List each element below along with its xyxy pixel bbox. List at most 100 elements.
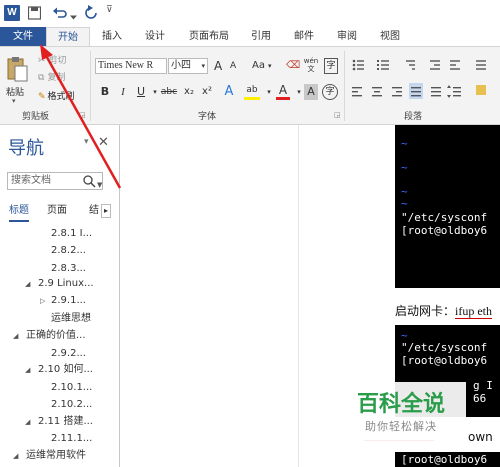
font-size-value: 小四	[171, 60, 191, 71]
watermark-subtitle: 助你轻松解决	[365, 420, 437, 433]
nav-tab-headings[interactable]: 标题	[9, 200, 29, 222]
ribbon: 粘贴 ▾ ✂ 剪切 ⧉ 复制 ✎ 格式刷 剪贴板 ◲ Times New R 小四 ▾ …	[0, 46, 500, 125]
clear-format-icon[interactable]: ⌫	[286, 58, 300, 74]
copy-button[interactable]: ⧉ 复制	[38, 70, 65, 83]
change-case-dropdown-icon[interactable]: ▾	[268, 58, 272, 74]
collapse-triangle-icon[interactable]: ◢	[25, 418, 30, 426]
format-painter-label: 格式刷	[47, 92, 75, 102]
tree-item[interactable]: 2.11.1...	[51, 430, 92, 448]
save-icon[interactable]	[28, 5, 41, 21]
customize-qat-icon[interactable]: ⊽	[106, 5, 114, 21]
scissors-icon: ✂	[38, 56, 46, 66]
tab-home[interactable]: 开始	[46, 27, 90, 46]
change-case-button[interactable]: Aa	[252, 58, 265, 74]
nav-tab-results[interactable]: 结	[89, 200, 99, 222]
navigation-pane: 导航 ▾ ✕ 搜索文档 ▼ 标题 页面 结 ▸ 2.8.1 I... 2.8.2…	[0, 125, 120, 467]
ribbon-tabs: 文件 开始 插入 设计 页面布局 引用 邮件 审阅 视图	[0, 27, 500, 46]
terminal-line: 66	[473, 392, 487, 405]
paste-dropdown-icon[interactable]: ▾	[12, 97, 16, 105]
redo-icon[interactable]	[84, 5, 98, 21]
nav-search-input[interactable]: 搜索文档 ▼	[7, 172, 103, 190]
nav-options-icon[interactable]: ▾	[84, 137, 89, 147]
tab-view[interactable]: 视图	[378, 27, 402, 46]
format-painter-button[interactable]: ✎ 格式刷	[38, 89, 75, 102]
tree-item[interactable]: 2.10.2...	[51, 396, 92, 414]
paragraph-controls	[352, 59, 486, 99]
subscript-button[interactable]: x₂	[182, 84, 196, 100]
tree-item[interactable]: 2.8.2...	[51, 242, 86, 260]
terminal-screenshot: ~ ~ ~ ~ "/etc/sysconf [root@oldboy6	[395, 125, 500, 288]
paragraph-group-label: 段落	[404, 112, 423, 122]
font-group-label: 字体	[198, 112, 217, 122]
italic-button[interactable]: I	[116, 84, 130, 100]
clipboard-launcher-icon[interactable]: ◲	[79, 111, 86, 119]
nav-tabs: 标题 页面 结 ▸	[0, 200, 120, 222]
search-icon[interactable]	[82, 174, 96, 188]
tab-references[interactable]: 引用	[249, 27, 273, 46]
expand-triangle-icon[interactable]: ▷	[40, 297, 45, 305]
caption-command: ifup eth	[455, 304, 493, 319]
tab-design[interactable]: 设计	[143, 27, 167, 46]
tab-insert[interactable]: 插入	[100, 27, 124, 46]
tab-review[interactable]: 审阅	[335, 27, 359, 46]
tree-item[interactable]: 2.8.1 I...	[51, 225, 92, 243]
tree-item[interactable]: 2.11 搭建...	[38, 413, 93, 431]
font-color-button[interactable]: A	[276, 84, 290, 100]
cut-label: 剪切	[48, 56, 67, 66]
highlight-dropdown-icon[interactable]: ▾	[262, 84, 276, 100]
brush-icon: ✎	[38, 92, 46, 102]
collapse-triangle-icon[interactable]: ◢	[13, 332, 18, 340]
title-bar: W ⊽	[0, 0, 500, 27]
undo-dropdown-icon[interactable]	[70, 10, 77, 26]
tab-file[interactable]: 文件	[0, 27, 46, 46]
nav-tabs-scroll-button[interactable]: ▸	[101, 204, 111, 218]
collapse-triangle-icon[interactable]: ◢	[25, 366, 30, 374]
undo-icon[interactable]	[52, 5, 68, 21]
tree-item[interactable]: 2.10 如何...	[38, 361, 93, 379]
terminal-tilde: ~	[401, 161, 408, 174]
nav-tab-pages[interactable]: 页面	[47, 200, 67, 222]
tree-item[interactable]: 运维常用软件	[26, 447, 86, 465]
collapse-triangle-icon[interactable]: ◢	[13, 452, 18, 460]
copy-label: 复制	[47, 73, 66, 83]
bold-button[interactable]: B	[98, 84, 112, 100]
font-launcher-icon[interactable]: ◲	[334, 111, 341, 119]
font-size-select[interactable]: 小四 ▾	[168, 58, 208, 74]
watermark-title: 百科全说	[356, 392, 445, 417]
tab-mailings[interactable]: 邮件	[292, 27, 316, 46]
nav-title: 导航	[8, 138, 44, 159]
char-border-button[interactable]: 字	[324, 58, 338, 74]
tree-item[interactable]: 2.9.1...	[51, 292, 86, 310]
terminal-line: [root@oldboy6	[401, 453, 488, 466]
grow-font-button[interactable]: A	[214, 58, 222, 74]
doc-fragment: own	[468, 430, 493, 444]
tab-page-layout[interactable]: 页面布局	[187, 27, 231, 46]
nav-search-placeholder: 搜索文档	[11, 175, 51, 186]
watermark-logo: 百科全说 助你轻松解决	[336, 382, 466, 444]
tree-item[interactable]: 运维思想	[51, 310, 91, 328]
collapse-triangle-icon[interactable]: ◢	[25, 280, 30, 288]
char-shading-button[interactable]: A	[304, 84, 318, 100]
word-app-icon: W	[4, 5, 20, 21]
terminal-line: [root@oldboy6	[401, 354, 488, 367]
underline-button[interactable]: U	[134, 84, 148, 100]
tree-item[interactable]: 2.9 Linux...	[38, 275, 94, 293]
highlight-button[interactable]: ab	[244, 84, 260, 100]
copy-icon: ⧉	[38, 73, 45, 83]
close-icon[interactable]: ✕	[98, 135, 109, 150]
enclose-char-icon[interactable]: 字	[322, 84, 338, 100]
paste-icon[interactable]	[6, 55, 28, 83]
cut-button[interactable]: ✂ 剪切	[38, 53, 67, 66]
doc-paragraph: 启动网卡：ifup eth	[395, 302, 493, 319]
font-name-select[interactable]: Times New R	[95, 58, 167, 74]
phonetic-guide-button[interactable]: wén 文	[303, 57, 319, 73]
text-effects-button[interactable]: A	[222, 84, 236, 100]
shrink-font-button[interactable]: A	[230, 58, 236, 74]
superscript-button[interactable]: x²	[200, 84, 214, 100]
chevron-down-icon[interactable]: ▼	[97, 177, 102, 193]
tree-item[interactable]: 2.10.1...	[51, 379, 92, 397]
page-margin-line	[298, 125, 299, 467]
tree-item[interactable]: 正确的价值...	[26, 327, 86, 345]
strikethrough-button[interactable]: abc	[160, 84, 178, 100]
caption-text: 启动网卡：	[395, 304, 456, 318]
